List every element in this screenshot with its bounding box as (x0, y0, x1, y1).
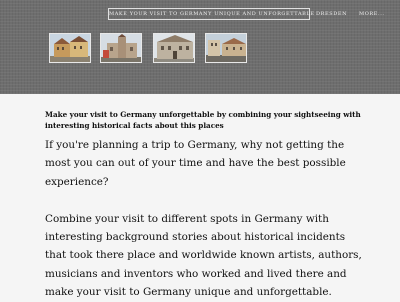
post-title: Make your visit to Germany unforgettable… (45, 110, 361, 130)
nav-link-dresden[interactable]: DRESDEN (316, 8, 347, 20)
intro-paragraph: If you're planning a trip to Germany, wh… (45, 139, 346, 188)
thumbnail-castle[interactable] (100, 33, 142, 63)
castle-photo-icon (101, 34, 141, 62)
town-photo-icon (50, 34, 90, 62)
building-photo-icon (154, 34, 194, 62)
post-body: Make your visit to Germany unforgettable… (45, 109, 365, 302)
body-paragraph: Combine your visit to different spots in… (45, 212, 362, 299)
nav-link-home[interactable]: MAKE YOUR VISIT TO GERMANY UNIQUE AND UN… (108, 8, 314, 20)
thumbnail-street[interactable] (205, 33, 247, 63)
thumbnail-town[interactable] (49, 33, 91, 63)
header-banner: MAKE YOUR VISIT TO GERMANY UNIQUE AND UN… (0, 0, 400, 94)
top-navigation: MAKE YOUR VISIT TO GERMANY UNIQUE AND UN… (0, 8, 400, 20)
street-photo-icon (206, 34, 246, 62)
thumbnail-building[interactable] (153, 33, 195, 63)
nav-more-menu[interactable]: MORE... (359, 8, 385, 20)
